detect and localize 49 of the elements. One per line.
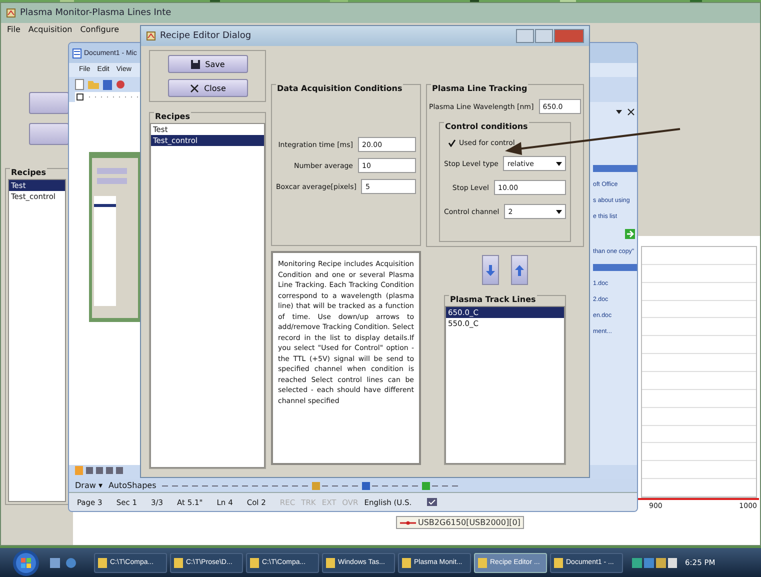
group-title: Control conditions <box>444 122 529 131</box>
page-icon[interactable] <box>75 79 84 90</box>
view-buttons-icon <box>75 466 125 475</box>
group-title: Plasma Track Lines <box>449 295 537 304</box>
remove-button[interactable] <box>511 255 528 285</box>
dropdown-close-icon <box>613 108 637 116</box>
menu-item[interactable]: Configure <box>80 25 119 38</box>
toolbar-button[interactable]: AutoShapes <box>108 481 156 490</box>
legend-label: USB2G6150[USB2000][0] <box>418 518 520 527</box>
minimize-button[interactable] <box>516 29 534 43</box>
program-icon <box>250 558 259 568</box>
program-icon <box>554 558 563 568</box>
program-icon <box>402 558 411 568</box>
pane-header-bar <box>593 264 637 271</box>
menu-item[interactable]: Acquisition <box>28 25 72 38</box>
checkbox[interactable] <box>448 139 456 147</box>
save-button[interactable]: Save <box>168 55 248 73</box>
toolbar-button[interactable]: Draw ▾ <box>75 481 102 490</box>
window-title: Recipe Editor Dialog <box>160 31 252 41</box>
document-icon <box>72 48 82 58</box>
close-button[interactable]: Close <box>168 79 248 97</box>
button[interactable] <box>29 92 69 114</box>
menu-item[interactable]: File <box>7 25 20 38</box>
group-title: Data Acquisition Conditions <box>276 84 404 93</box>
app-icon <box>146 31 156 41</box>
dropdown-arrow-icon <box>556 162 562 166</box>
dropdown-arrow-icon <box>556 210 562 214</box>
go-arrow-icon[interactable] <box>625 229 635 239</box>
tray-icons[interactable] <box>632 556 678 568</box>
maximize-button[interactable] <box>535 29 553 43</box>
add-button[interactable] <box>482 255 499 285</box>
program-icon <box>478 558 487 568</box>
down-arrow-icon <box>486 264 495 276</box>
spelling-book-icon <box>426 497 438 507</box>
program-icon <box>98 558 107 568</box>
circle-icon[interactable] <box>116 80 125 89</box>
group-title: Recipes <box>10 168 47 177</box>
group-title: Plasma Line Tracking <box>431 84 528 93</box>
app-icon <box>6 8 16 18</box>
window-title: Plasma Monitor-Plasma Lines Inte <box>20 8 172 18</box>
program-icon <box>174 558 183 568</box>
start-button-icon[interactable] <box>12 548 40 576</box>
group-title: Recipes <box>154 112 191 121</box>
x-icon <box>189 82 200 94</box>
program-icon <box>326 558 335 568</box>
up-arrow-icon <box>515 264 524 276</box>
legend-line-icon <box>400 520 416 526</box>
pane-header-bar <box>593 165 637 172</box>
button[interactable] <box>29 123 69 145</box>
